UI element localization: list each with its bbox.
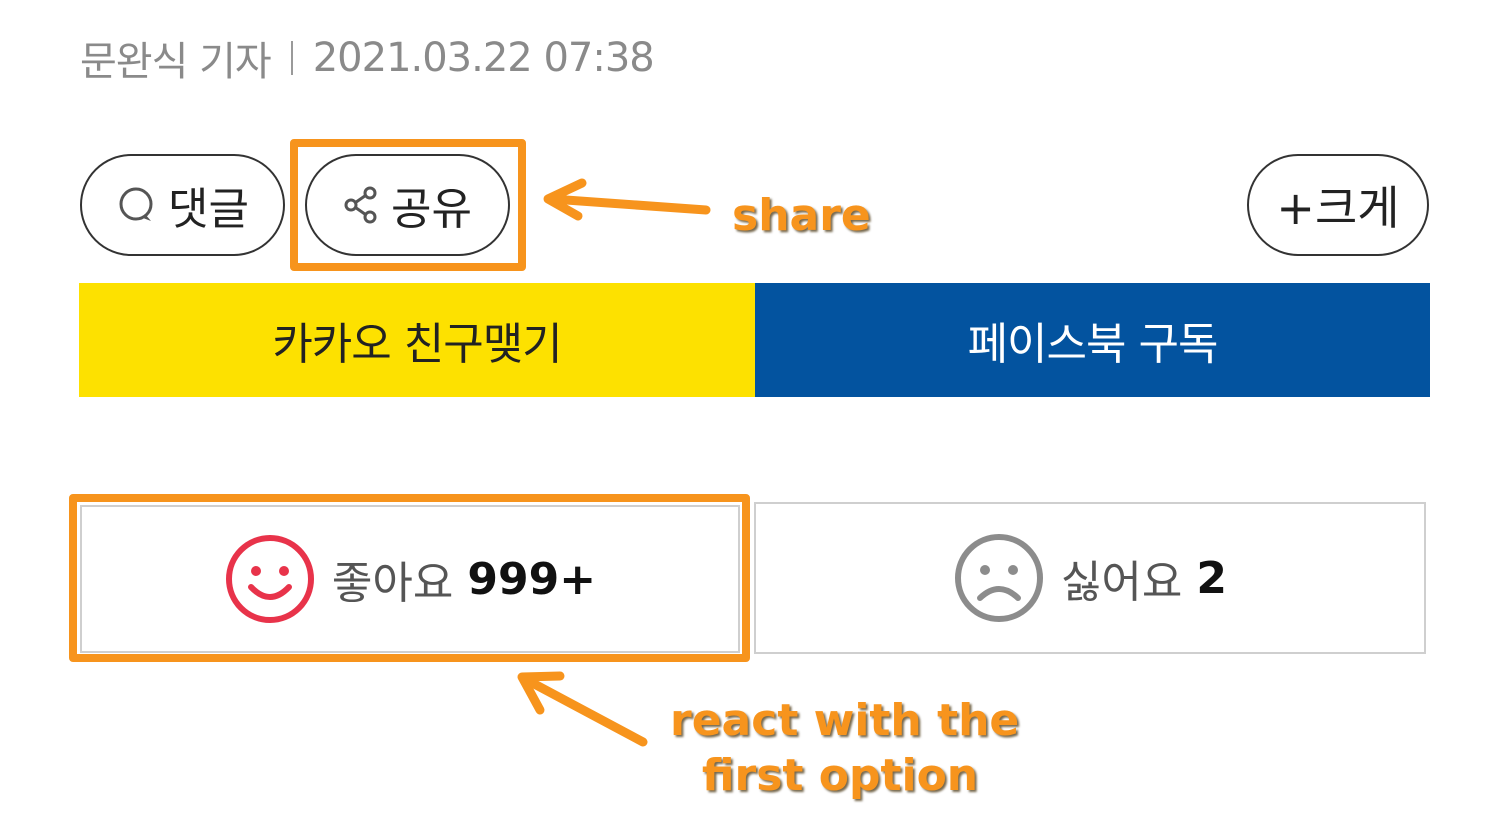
facebook-subscribe-button[interactable]: 페이스북 구독 <box>755 283 1430 397</box>
share-arrow <box>543 178 711 221</box>
publish-datetime: 2021.03.22 07:38 <box>312 35 655 81</box>
like-reaction-button[interactable]: 좋아요 999+ <box>80 505 740 653</box>
byline-divider <box>290 41 293 75</box>
like-label: 좋아요 <box>331 558 454 609</box>
sad-face-icon <box>953 532 1045 624</box>
enlarge-text-button[interactable]: +크게 <box>1247 154 1429 256</box>
react-note-line2: first option <box>701 750 979 801</box>
smile-face-icon <box>224 533 316 625</box>
kakao-friend-label: 카카오 친구맺기 <box>272 319 562 370</box>
kakao-friend-button[interactable]: 카카오 친구맺기 <box>79 283 755 397</box>
react-note-line1: react with the <box>670 695 1020 746</box>
share-button[interactable]: 공유 <box>305 154 510 256</box>
article-footer: 문완식 기자 2021.03.22 07:38 댓글 공유 +크게 카카오 친구… <box>0 0 1501 840</box>
byline: 문완식 기자 2021.03.22 07:38 <box>80 30 655 86</box>
dislike-label: 싫어요 <box>1060 557 1183 608</box>
dislike-count: 2 <box>1196 552 1228 604</box>
react-arrow <box>517 671 648 747</box>
author-name: 문완식 기자 <box>80 39 272 85</box>
comment-button-label: 댓글 <box>168 184 249 235</box>
react-annotation-note: react with the first option <box>670 693 1020 803</box>
comment-bubble-icon <box>116 185 156 225</box>
like-count: 999+ <box>467 553 597 605</box>
dislike-reaction-button[interactable]: 싫어요 2 <box>754 502 1426 654</box>
share-annotation-note: share <box>732 190 871 241</box>
enlarge-text-label: +크게 <box>1276 181 1400 235</box>
share-button-label: 공유 <box>391 184 472 235</box>
facebook-subscribe-label: 페이스북 구독 <box>967 319 1219 370</box>
comment-button[interactable]: 댓글 <box>80 154 285 256</box>
share-icon <box>343 185 379 225</box>
